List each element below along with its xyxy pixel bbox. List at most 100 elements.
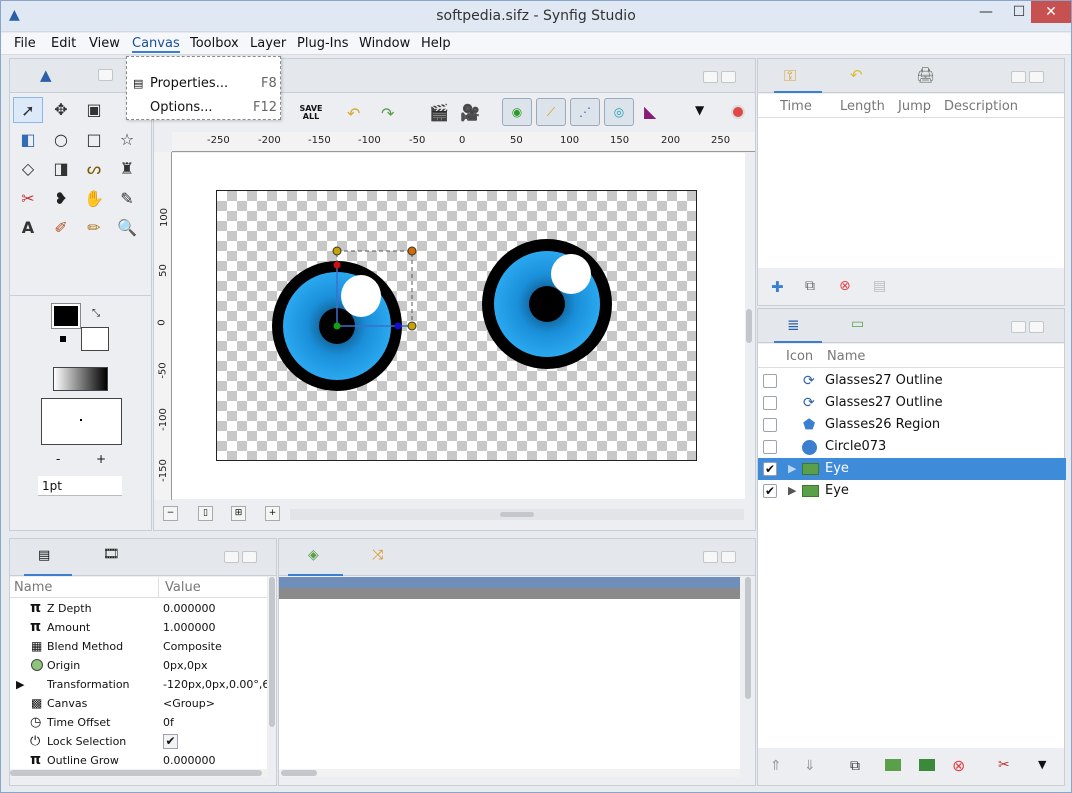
menu-item-properties[interactable]: ▤ Properties... F8 bbox=[127, 72, 282, 96]
scale-tool-icon[interactable]: ▣ bbox=[79, 97, 109, 123]
dock-handle-icon[interactable] bbox=[703, 551, 718, 563]
layers-list[interactable]: ⟳ Glasses27 Outline ⟳ Glasses27 Outline … bbox=[758, 368, 1066, 748]
dock-handle-icon[interactable] bbox=[1011, 71, 1026, 83]
rectangle-tool-icon[interactable]: □ bbox=[79, 127, 109, 153]
smooth-move-tool-icon[interactable]: ✥ bbox=[46, 97, 76, 123]
zoom-reset-icon[interactable]: ⊞ bbox=[231, 506, 246, 521]
dock-handle-icon[interactable] bbox=[1029, 321, 1044, 333]
layer-row[interactable]: ✔ ▶ Eye bbox=[758, 480, 1066, 502]
keyframe-properties-icon[interactable]: ▤ bbox=[873, 278, 886, 294]
param-value[interactable]: 0.000000 bbox=[163, 751, 216, 769]
library-tab-icon[interactable]: 🎞 bbox=[103, 547, 120, 562]
param-row[interactable]: π Outline Grow 0.000000 bbox=[10, 751, 267, 769]
eyedropper-icon[interactable]: ✎ bbox=[112, 186, 142, 212]
sketch-tool-icon[interactable]: ✐ bbox=[46, 215, 76, 241]
param-row[interactable]: ▦ Blend Method Composite bbox=[10, 637, 267, 656]
layer-visibility-checkbox[interactable]: ✔ bbox=[763, 462, 777, 476]
animation-mode-toggle[interactable] bbox=[731, 105, 745, 119]
scrollbar-thumb[interactable] bbox=[269, 577, 275, 727]
dock-handle-icon[interactable] bbox=[1011, 321, 1026, 333]
duplicate-keyframe-icon[interactable]: ⧉ bbox=[805, 278, 815, 294]
param-value[interactable]: Composite bbox=[163, 637, 222, 656]
dock-handle-icon[interactable] bbox=[98, 69, 113, 81]
width-tool-icon[interactable]: ❥ bbox=[46, 186, 76, 212]
timetrack-row-selected[interactable] bbox=[279, 577, 740, 588]
timetrack-row[interactable] bbox=[279, 588, 740, 599]
outline-color-swatch[interactable] bbox=[51, 303, 81, 329]
layer-visibility-checkbox[interactable] bbox=[763, 374, 777, 388]
layer-visibility-checkbox[interactable] bbox=[763, 440, 777, 454]
spline-tool-icon[interactable]: ᔕ bbox=[79, 156, 109, 182]
params-list[interactable]: π Z Depth 0.000000 π Amount 1.000000 ▦ B… bbox=[10, 598, 267, 769]
menu-layer[interactable]: Layer bbox=[250, 36, 286, 51]
canvas-vertical-scrollbar[interactable] bbox=[746, 309, 752, 343]
raise-layer-icon[interactable]: ⇑ bbox=[770, 758, 782, 774]
cutout-tool-icon[interactable]: ✂ bbox=[13, 186, 43, 212]
menu-help[interactable]: Help bbox=[421, 36, 451, 51]
show-tangent-handles-button[interactable]: ⟋ bbox=[536, 98, 566, 126]
brush-size-field[interactable]: 1pt bbox=[38, 476, 122, 496]
gradient-swatch[interactable] bbox=[53, 367, 108, 391]
history-tab-icon[interactable]: ↶ bbox=[850, 66, 863, 84]
render-icon[interactable]: 🎬 bbox=[429, 103, 449, 122]
params-tab-icon[interactable]: ▤ bbox=[38, 548, 50, 563]
show-vertex-handles-button[interactable]: ⋰ bbox=[570, 98, 600, 126]
polygon-tool-icon[interactable]: ◇ bbox=[13, 156, 43, 182]
param-row[interactable]: ◷ Time Offset 0f bbox=[10, 713, 267, 732]
scrollbar-thumb[interactable] bbox=[281, 770, 317, 776]
eyedrop-tool-icon[interactable]: ◧ bbox=[13, 127, 43, 153]
param-row[interactable]: ▩ Canvas <Group> bbox=[10, 694, 267, 713]
maximize-button[interactable]: ☐ bbox=[1004, 1, 1034, 23]
toolbox-tab-icon[interactable]: ▲ bbox=[40, 66, 52, 84]
text-tool-icon[interactable]: A bbox=[13, 215, 43, 241]
menu-view[interactable]: View bbox=[89, 36, 120, 51]
cut-layer-icon[interactable]: ✂ bbox=[998, 757, 1010, 773]
param-value[interactable]: 0.000000 bbox=[163, 599, 216, 618]
keyframes-list[interactable] bbox=[758, 118, 1064, 268]
sets-tab-icon[interactable]: ▭ bbox=[851, 316, 864, 332]
preview-icon[interactable]: 🎥 bbox=[460, 103, 480, 122]
menu-file[interactable]: File bbox=[14, 36, 36, 51]
layers-menu-dropdown-icon[interactable]: ▼ bbox=[1038, 758, 1046, 771]
menu-toolbox[interactable]: Toolbox bbox=[190, 36, 239, 51]
param-row[interactable]: ▶ Transformation -120px,0px,0.00°,60 bbox=[10, 675, 267, 694]
param-row[interactable]: π Z Depth 0.000000 bbox=[10, 599, 267, 618]
menu-item-options[interactable]: Options... F12 bbox=[127, 96, 282, 120]
swap-colors-icon[interactable]: ⤡ bbox=[92, 308, 100, 319]
layer-visibility-checkbox[interactable]: ✔ bbox=[763, 484, 777, 498]
layer-row[interactable]: ⬟ Glasses26 Region bbox=[758, 414, 1066, 436]
curves-tab-icon[interactable]: ⤨ bbox=[372, 547, 383, 563]
skeleton-tool-icon[interactable]: ✋ bbox=[79, 186, 109, 212]
dock-handle-icon[interactable] bbox=[242, 551, 257, 563]
minimize-button[interactable]: — bbox=[971, 1, 1001, 23]
save-all-button[interactable]: SAVE ALL bbox=[299, 105, 323, 121]
library-tab-icon[interactable]: 🖨 bbox=[916, 66, 935, 84]
menu-plugins[interactable]: Plug-Ins bbox=[297, 36, 348, 51]
layer-visibility-checkbox[interactable] bbox=[763, 418, 777, 432]
expand-arrow-icon[interactable]: ▶ bbox=[16, 675, 24, 694]
star-tool-icon[interactable]: ☆ bbox=[112, 127, 142, 153]
onion-skin-icon[interactable]: ◣ bbox=[644, 102, 656, 121]
timetrack-tab-icon[interactable]: ◈ bbox=[308, 547, 319, 563]
zoom-tool-icon[interactable]: 🔍 bbox=[112, 215, 142, 241]
toolbar-dropdown-icon[interactable]: ▼ bbox=[695, 103, 704, 117]
layer-row-selected[interactable]: ✔ ▶ Eye bbox=[758, 458, 1066, 480]
show-radius-handles-button[interactable]: ◎ bbox=[604, 98, 634, 126]
gradient-tool-icon[interactable]: ◨ bbox=[46, 156, 76, 182]
group-layer-icon[interactable] bbox=[885, 759, 901, 771]
undo-icon[interactable]: ↶ bbox=[347, 104, 360, 123]
timetrack-horizontal-scrollbar[interactable] bbox=[279, 769, 740, 777]
dock-handle-icon[interactable] bbox=[721, 71, 736, 83]
lock-selection-checkbox[interactable]: ✔ bbox=[163, 734, 178, 749]
add-keyframe-icon[interactable]: ✚ bbox=[771, 278, 784, 296]
delete-layer-icon[interactable]: ⊗ bbox=[952, 756, 965, 775]
menu-canvas[interactable]: Canvas bbox=[132, 36, 180, 53]
param-value[interactable]: 0px,0px bbox=[163, 656, 207, 675]
transform-tool-icon[interactable]: ➚ bbox=[13, 97, 43, 123]
circle-tool-icon[interactable]: ○ bbox=[46, 127, 76, 153]
show-position-handles-button[interactable]: ◉ bbox=[502, 98, 532, 126]
canvas-document[interactable] bbox=[216, 190, 697, 461]
remove-keyframe-icon[interactable]: ⊗ bbox=[839, 278, 851, 294]
layers-tab-icon[interactable]: ≣ bbox=[787, 316, 800, 334]
menu-edit[interactable]: Edit bbox=[51, 36, 76, 51]
